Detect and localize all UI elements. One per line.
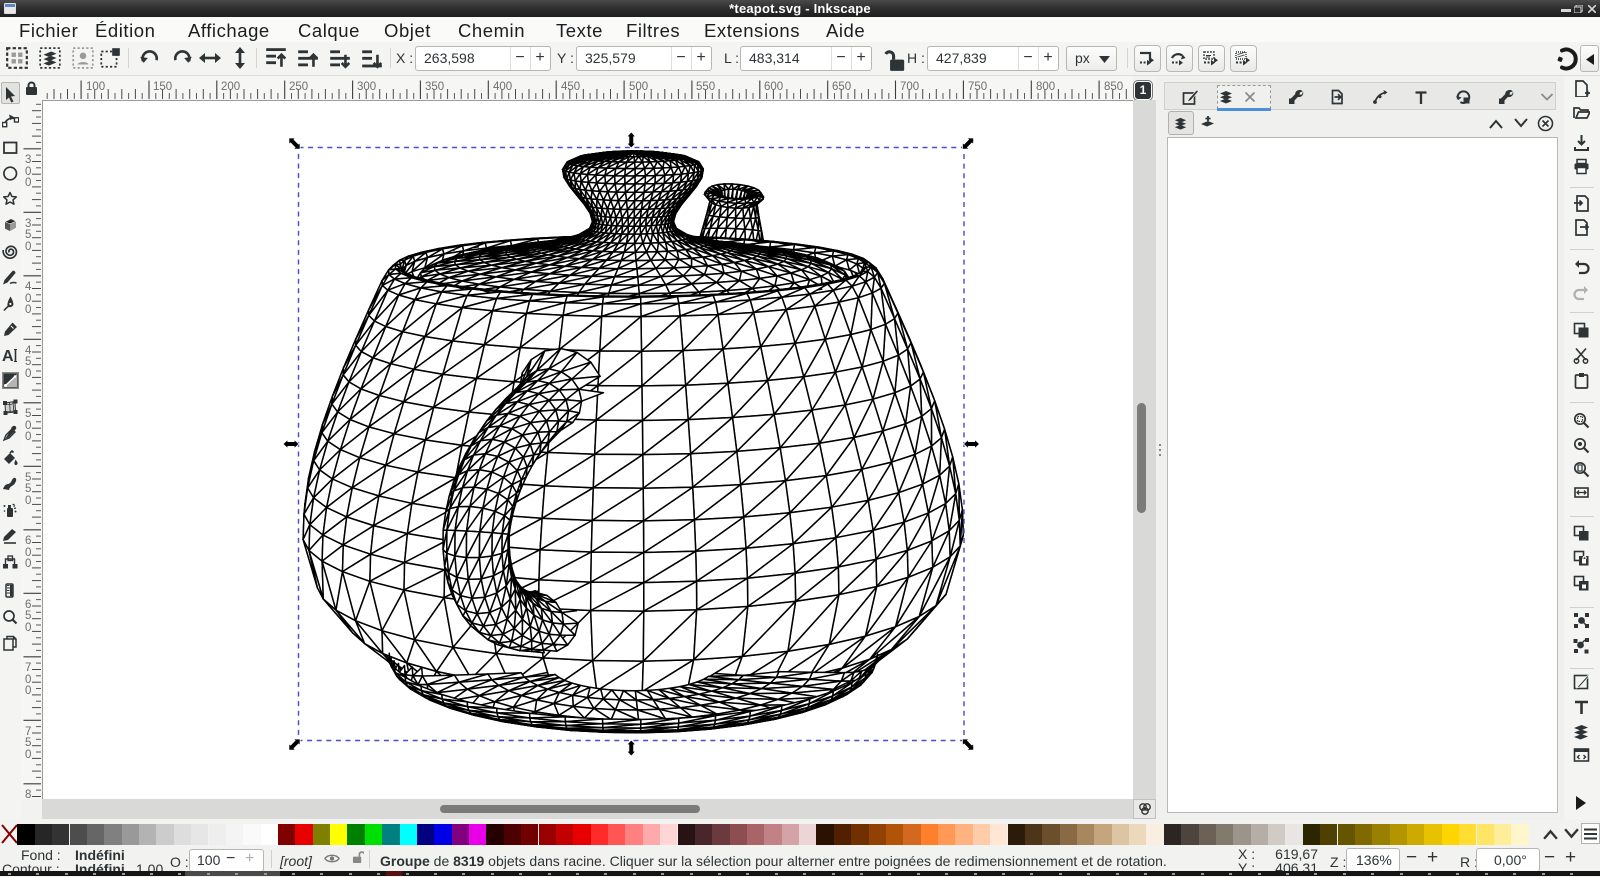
svg-text:0: 0 [25,431,31,443]
svg-text:400: 400 [493,81,512,93]
svg-text:3: 3 [25,154,31,166]
svg-text:0: 0 [25,749,31,761]
svg-text:250: 250 [289,81,308,93]
svg-text:350: 350 [425,81,444,93]
svg-text:5: 5 [25,737,31,749]
svg-text:450: 450 [561,81,580,93]
svg-text:5: 5 [25,356,31,368]
svg-text:500: 500 [629,81,648,93]
svg-text:4: 4 [25,281,32,293]
svg-text:0: 0 [25,177,31,189]
svg-text:600: 600 [764,81,783,93]
svg-text:7: 7 [25,662,31,674]
svg-text:8: 8 [25,789,31,799]
svg-text:800: 800 [1036,81,1055,93]
svg-text:0: 0 [25,685,31,697]
svg-text:0: 0 [25,241,31,253]
svg-text:5: 5 [25,408,31,420]
svg-text:750: 750 [968,81,987,93]
svg-text:0: 0 [25,368,31,380]
svg-text:550: 550 [696,81,715,93]
svg-text:100: 100 [86,81,105,93]
svg-text:0: 0 [25,495,31,507]
svg-text:300: 300 [357,81,376,93]
svg-text:5: 5 [25,483,31,495]
svg-text:A: A [2,348,14,364]
svg-text:850: 850 [1104,81,1123,93]
svg-text:6: 6 [25,535,31,547]
svg-text:5: 5 [25,229,31,241]
svg-text:5: 5 [25,610,31,622]
svg-text:0: 0 [25,304,31,316]
svg-text:150: 150 [153,81,172,93]
svg-text:700: 700 [900,81,919,93]
svg-text:650: 650 [832,81,851,93]
svg-text:0: 0 [25,622,31,634]
svg-text:0: 0 [25,558,31,570]
svg-text:200: 200 [221,81,240,93]
